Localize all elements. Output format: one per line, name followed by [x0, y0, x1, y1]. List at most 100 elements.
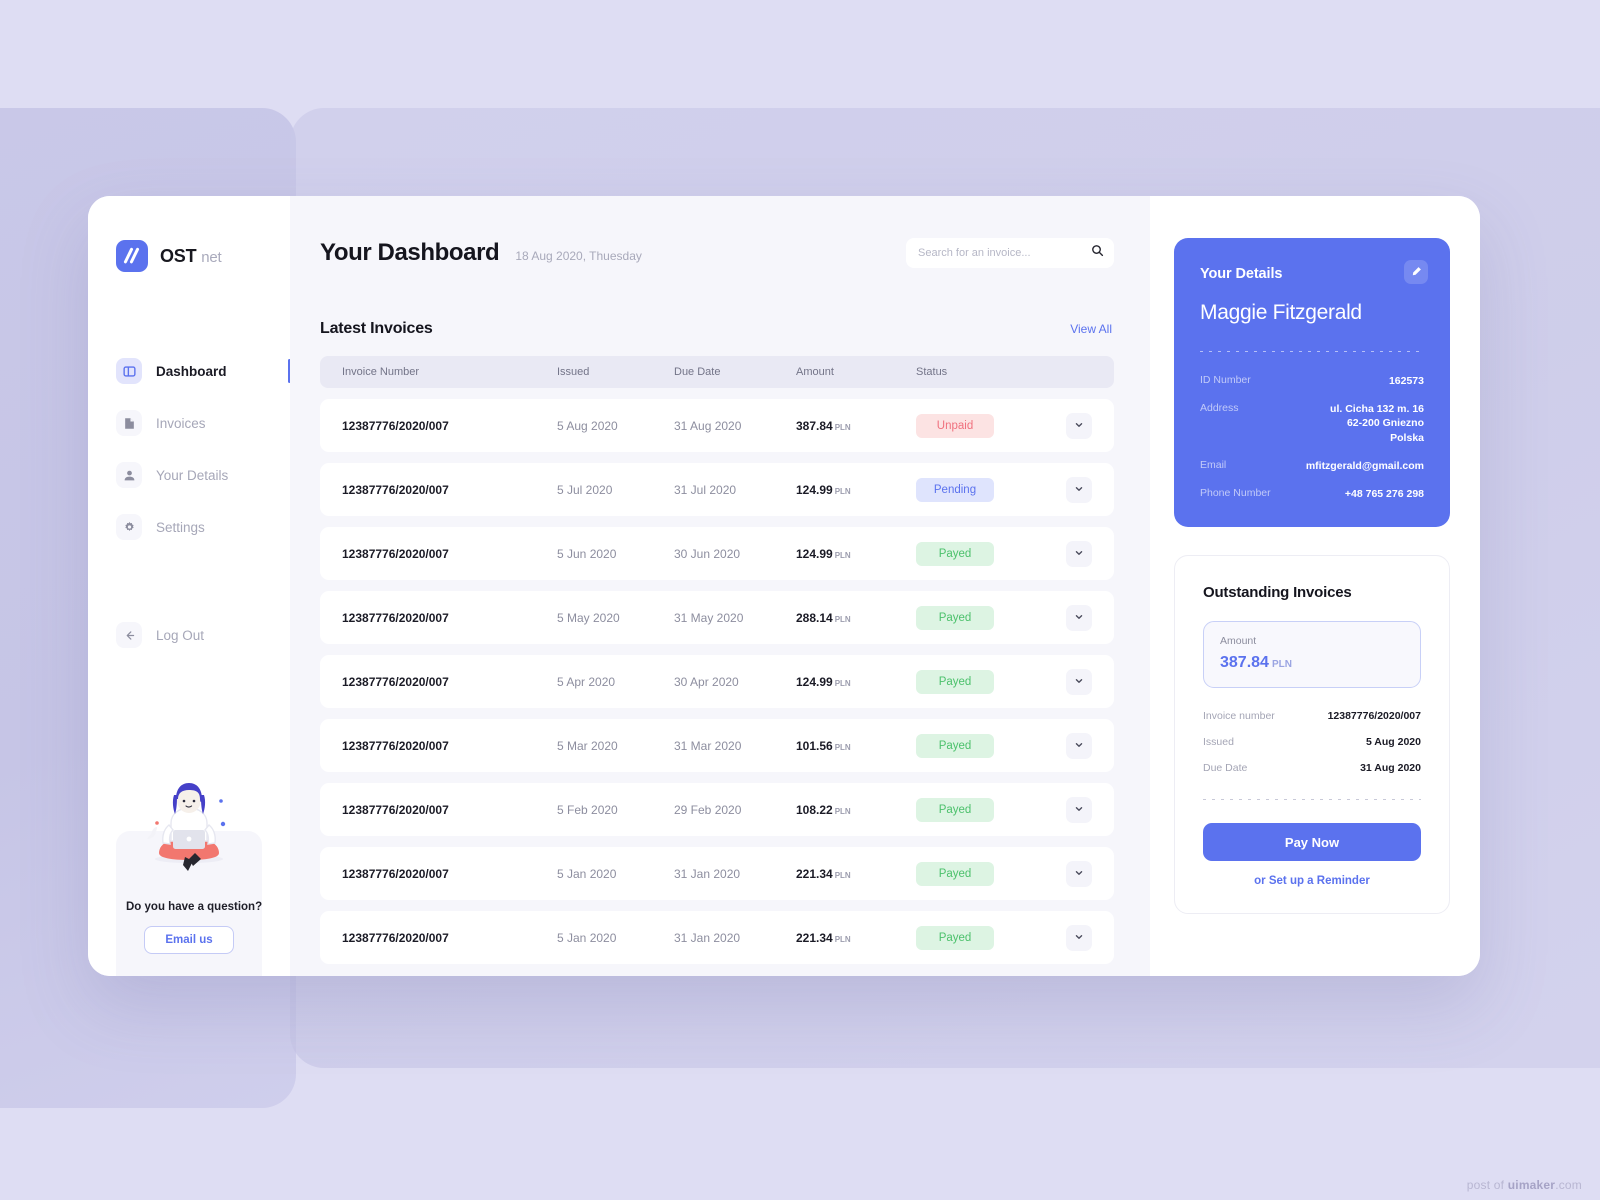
sidebar-item-label: Log Out — [156, 627, 205, 643]
watermark-suffix: .com — [1555, 1178, 1582, 1192]
search-box[interactable] — [906, 238, 1114, 268]
watermark: post of uimaker.com — [1467, 1178, 1582, 1192]
cell-status: Payed — [916, 797, 1056, 822]
amount-number: 387.84 — [1220, 654, 1269, 672]
expand-row-button[interactable] — [1066, 860, 1092, 887]
woman-with-laptop-illustration — [147, 783, 226, 871]
outstanding-field-value: 5 Aug 2020 — [1365, 736, 1421, 749]
amount-box[interactable]: Amount 387.84 PLN — [1203, 621, 1421, 689]
cell-status: Payed — [916, 861, 1056, 886]
search-input[interactable] — [918, 247, 1091, 259]
cell-status: Unpaid — [916, 413, 1056, 438]
outstanding-field-value: 31 Aug 2020 — [1360, 762, 1421, 775]
details-field-label: Phone Number — [1200, 486, 1271, 499]
cell-invoice-number: 12387776/2020/007 — [342, 482, 449, 497]
cell-issued: 5 Aug 2020 — [557, 418, 618, 433]
details-divider — [1200, 351, 1424, 352]
sidebar-nav: Dashboard Invoices Your Details Settings — [88, 350, 291, 656]
pencil-icon — [1411, 265, 1422, 280]
cell-due-date: 31 Aug 2020 — [674, 418, 742, 433]
chevron-down-icon — [1074, 482, 1084, 497]
expand-row-button[interactable] — [1066, 412, 1092, 439]
invoices-table: Invoice Number Issued Due Date Amount St… — [320, 356, 1114, 964]
brand-logo[interactable]: OST net — [88, 240, 290, 272]
cell-due-date: 29 Feb 2020 — [674, 802, 742, 817]
cell-due-date: 30 Jun 2020 — [674, 546, 741, 561]
table-row[interactable]: 12387776/2020/007 5 Jul 2020 31 Jul 2020 12… — [320, 463, 1114, 516]
cell-invoice-number: 12387776/2020/007 — [342, 930, 449, 945]
sidebar-item-label: Dashboard — [156, 363, 227, 379]
cell-amount: 221.34 PLN — [796, 866, 851, 881]
sidebar-item-label: Settings — [156, 519, 205, 535]
view-all-link[interactable]: View All — [1070, 322, 1112, 336]
status-badge: Payed — [916, 605, 994, 630]
pay-now-button[interactable]: Pay Now — [1203, 823, 1421, 862]
cell-issued: 5 Jun 2020 — [557, 546, 617, 561]
cell-invoice-number: 12387776/2020/007 — [342, 610, 449, 625]
brand-name-main: OST — [160, 245, 197, 266]
cell-invoice-number: 12387776/2020/007 — [342, 738, 449, 753]
set-up-reminder-link[interactable]: or Set up a Reminder — [1203, 875, 1421, 887]
cell-amount: 124.99 PLN — [796, 674, 851, 689]
expand-row-button[interactable] — [1066, 540, 1092, 567]
cell-status: Payed — [916, 541, 1056, 566]
details-field: Phone Number +48 765 276 298 — [1200, 487, 1424, 501]
cell-invoice-number: 12387776/2020/007 — [342, 802, 449, 817]
help-card: Do you have a question? Email us — [116, 783, 262, 976]
outstanding-field: Issued 5 Aug 2020 — [1203, 736, 1421, 748]
sidebar-item-your-details[interactable]: Your Details — [88, 454, 290, 496]
details-field-value: +48 765 276 298 — [1344, 487, 1424, 500]
column-header-due-date: Due Date — [674, 366, 721, 378]
email-us-button[interactable]: Email us — [144, 926, 234, 954]
page-title: Your Dashboard — [320, 239, 500, 266]
chevron-down-icon — [1074, 674, 1084, 689]
cell-invoice-number: 12387776/2020/007 — [342, 546, 449, 561]
status-badge: Payed — [916, 861, 994, 886]
sidebar-item-logout[interactable]: Log Out — [88, 614, 290, 656]
sidebar-item-label: Your Details — [156, 467, 229, 483]
cell-status: Payed — [916, 733, 1056, 758]
sidebar-item-dashboard[interactable]: Dashboard — [88, 350, 291, 392]
table-row[interactable]: 12387776/2020/007 5 Mar 2020 31 Mar 2020 10… — [320, 719, 1114, 772]
outstanding-field: Due Date 31 Aug 2020 — [1203, 762, 1421, 774]
table-row[interactable]: 12387776/2020/007 5 Apr 2020 30 Apr 2020 12… — [320, 655, 1114, 708]
sidebar-item-settings[interactable]: Settings — [88, 506, 290, 548]
table-row[interactable]: 12387776/2020/007 5 Jun 2020 30 Jun 2020 12… — [320, 527, 1114, 580]
table-row[interactable]: 12387776/2020/007 5 Feb 2020 29 Feb 2020 10… — [320, 783, 1114, 836]
column-header-amount: Amount — [796, 366, 834, 378]
status-badge: Payed — [916, 733, 994, 758]
right-rail: Your Details Maggie Fitzgerald ID Number… — [1150, 196, 1480, 976]
cell-issued: 5 Jan 2020 — [557, 866, 617, 881]
table-row[interactable]: 12387776/2020/007 5 May 2020 31 May 2020 28… — [320, 591, 1114, 644]
expand-row-button[interactable] — [1066, 476, 1092, 503]
details-field-label: Email — [1200, 458, 1227, 471]
watermark-brand: uimaker — [1507, 1178, 1556, 1192]
column-header-invoice-number: Invoice Number — [342, 366, 420, 378]
search-icon[interactable] — [1091, 244, 1104, 262]
outstanding-field-label: Issued — [1203, 736, 1234, 749]
chevron-down-icon — [1074, 418, 1084, 433]
cell-amount: 288.14 PLN — [796, 610, 851, 625]
gear-icon — [116, 514, 142, 540]
expand-row-button[interactable] — [1066, 796, 1092, 823]
outstanding-divider — [1203, 799, 1421, 801]
expand-row-button[interactable] — [1066, 604, 1092, 631]
outstanding-field-label: Due Date — [1203, 762, 1248, 775]
amount-currency: PLN — [1271, 659, 1292, 671]
table-row[interactable]: 12387776/2020/007 5 Jan 2020 31 Jan 2020 22… — [320, 911, 1114, 964]
table-row[interactable]: 12387776/2020/007 5 Aug 2020 31 Aug 2020 38… — [320, 399, 1114, 452]
cell-amount: 387.84 PLN — [796, 418, 851, 433]
table-row[interactable]: 12387776/2020/007 5 Jan 2020 31 Jan 2020 22… — [320, 847, 1114, 900]
cell-actions — [1056, 860, 1092, 887]
expand-row-button[interactable] — [1066, 668, 1092, 695]
edit-details-button[interactable] — [1404, 260, 1428, 284]
main-header: Your Dashboard 18 Aug 2020, Thuesday — [320, 238, 1114, 268]
chevron-down-icon — [1074, 738, 1084, 753]
your-details-card: Your Details Maggie Fitzgerald ID Number… — [1174, 238, 1450, 528]
expand-row-button[interactable] — [1066, 924, 1092, 951]
cell-amount: 124.99 PLN — [796, 546, 851, 561]
expand-row-button[interactable] — [1066, 732, 1092, 759]
dashboard-icon — [116, 358, 142, 384]
chevron-down-icon — [1074, 802, 1084, 817]
sidebar-item-invoices[interactable]: Invoices — [88, 402, 290, 444]
